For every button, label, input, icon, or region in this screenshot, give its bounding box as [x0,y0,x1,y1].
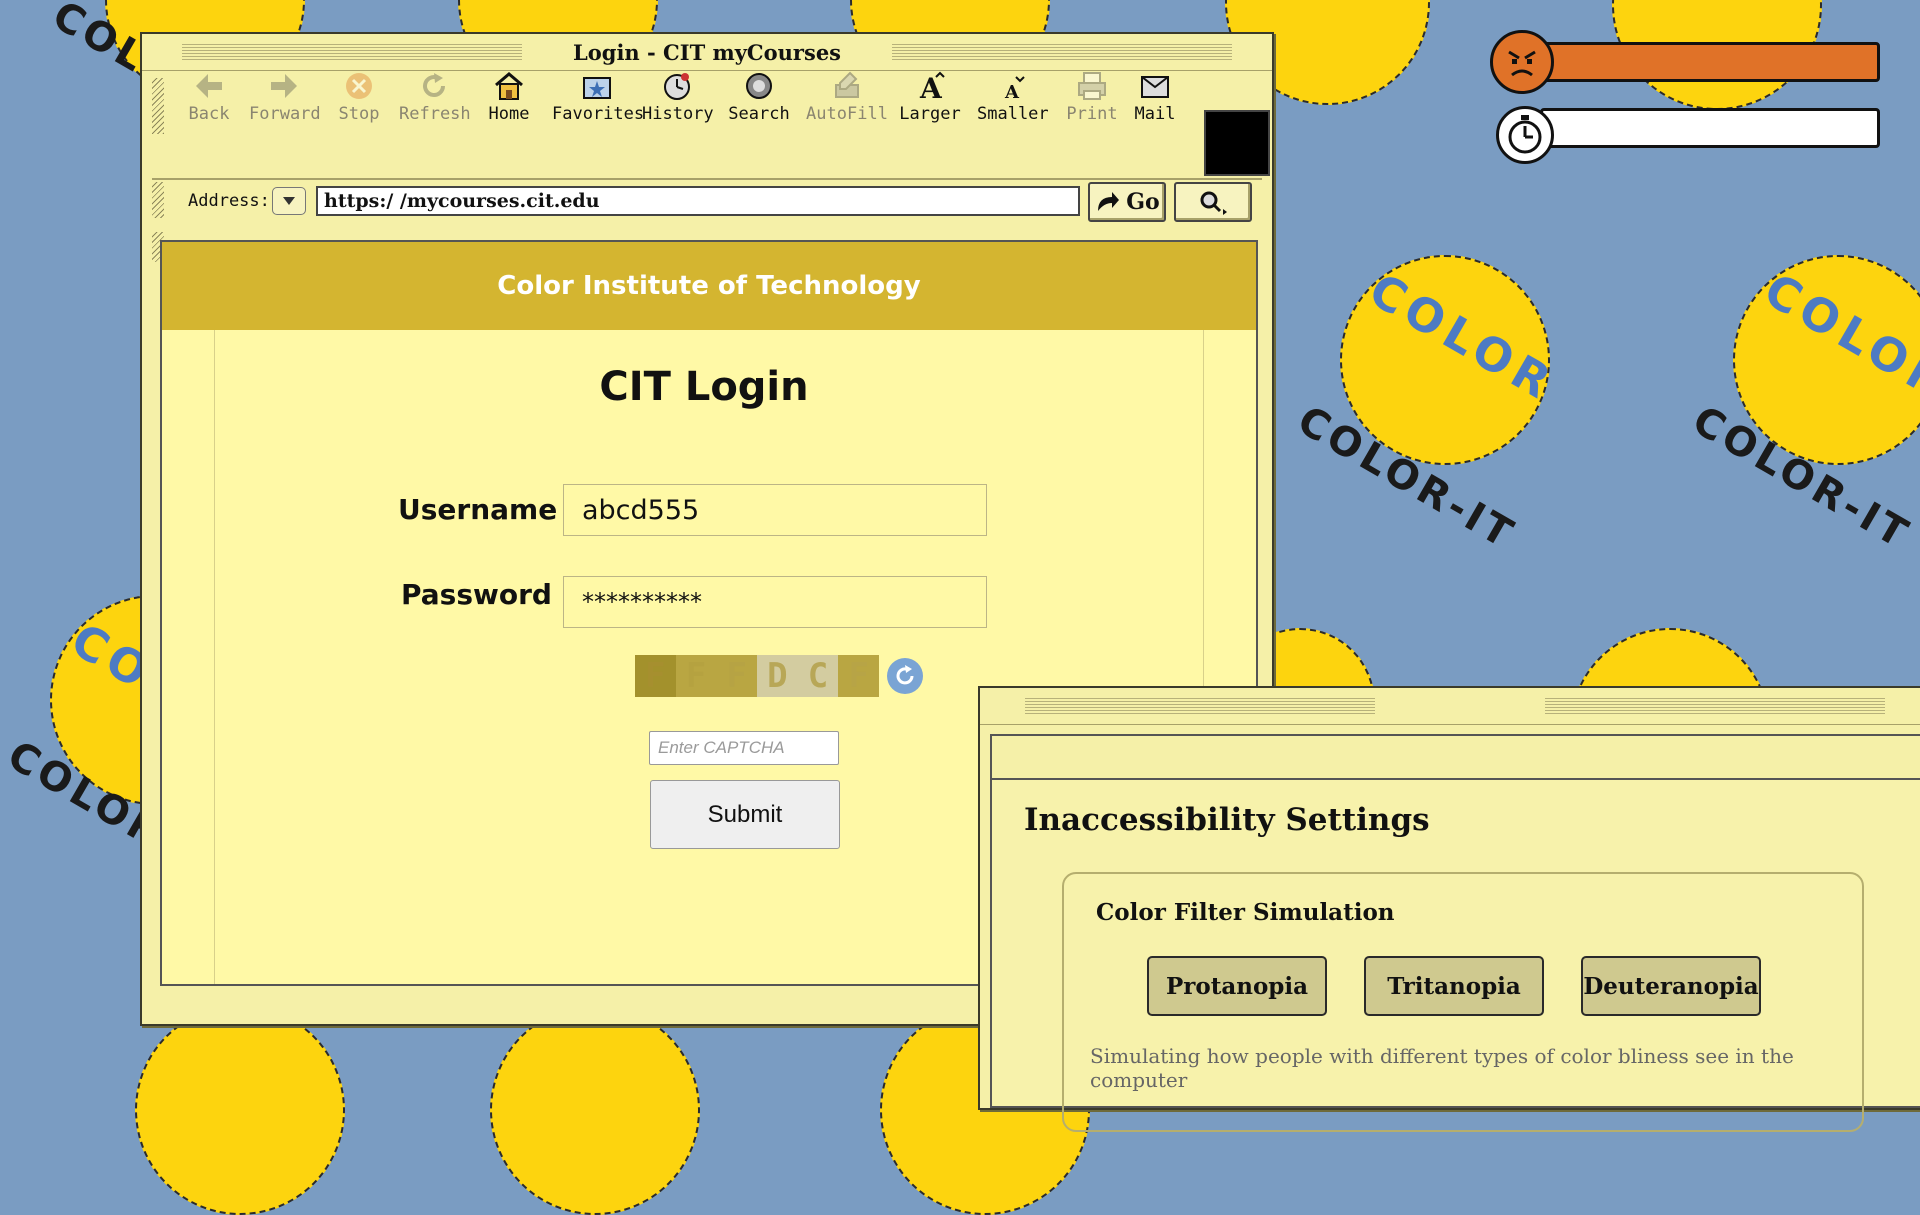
larger-label: Larger [899,104,961,124]
site-banner: Color Institute of Technology [162,242,1256,330]
favorites-button[interactable]: Favorites [552,70,645,124]
back-arrow-icon [192,70,226,102]
forward-label: Forward [249,104,321,124]
mail-label: Mail [1134,104,1176,124]
browser-toolbar: Back Forward Stop Refresh Home Favorites… [152,71,1270,262]
password-label: Password [401,578,552,611]
refresh-label: Refresh [399,104,471,124]
protanopia-button[interactable]: Protanopia [1147,956,1327,1016]
home-label: Home [488,104,530,124]
captcha-input[interactable]: Enter CAPTCHA [649,731,839,765]
captcha-image: F F F D C F [635,655,880,697]
smaller-label: Smaller [977,104,1049,124]
anger-bar [1540,42,1880,82]
larger-button[interactable]: A Larger [895,70,965,124]
favorites-icon [580,70,614,102]
stop-button[interactable]: Stop [324,70,394,124]
search-button[interactable]: Search [724,70,794,124]
settings-titlebar[interactable] [980,688,1920,725]
chevron-down-icon [283,197,295,205]
search-label: Search [728,104,790,124]
captcha-refresh-button[interactable] [887,658,923,694]
go-label: Go [1126,189,1160,215]
magnifier-icon [1200,191,1227,215]
color-filter-description: Simulating how people with different typ… [1090,1044,1794,1092]
forward-arrow-icon [267,70,301,102]
captcha-char: F [635,655,676,697]
refresh-button[interactable]: Refresh [399,70,471,124]
print-button[interactable]: Print [1057,70,1127,124]
username-label: Username [398,493,558,526]
toolbar-grip [152,78,164,134]
larger-text-icon: A [913,70,947,102]
angry-face-icon [1490,30,1554,94]
username-field[interactable]: abcd555 [563,484,987,536]
captcha-char: C [797,655,839,697]
mail-button[interactable]: Mail [1125,70,1185,124]
captcha-char: D [757,655,798,697]
page-title: CIT Login [599,364,809,410]
search-options-button[interactable] [1174,182,1252,222]
address-field[interactable]: https:/ /mycourses.cit.edu [316,186,1080,216]
window-title: Login - CIT myCourses [561,39,853,65]
throbber [1204,110,1270,176]
stop-label: Stop [338,104,380,124]
title-grip [1545,696,1885,716]
back-button[interactable]: Back [174,70,244,124]
title-grip [182,42,522,62]
color-filter-heading: Color Filter Simulation [1096,899,1395,926]
browser-titlebar[interactable]: Login - CIT myCourses [142,34,1272,71]
color-sticker [135,1005,345,1215]
forward-button[interactable]: Forward [249,70,321,124]
stopwatch-icon [1496,106,1554,164]
svg-text:A: A [1004,82,1020,101]
search-icon [742,70,776,102]
password-field[interactable]: ********** [563,576,987,628]
title-grip [892,42,1232,62]
favorites-label: Favorites [552,104,645,124]
settings-toolbar-area [990,734,1920,778]
history-icon [660,70,694,102]
refresh-icon [417,70,451,102]
smaller-button[interactable]: A Smaller [977,70,1049,124]
deuteranopia-button[interactable]: Deuteranopia [1581,956,1761,1016]
printer-icon [1075,70,1109,102]
home-button[interactable]: Home [474,70,544,124]
submit-button[interactable]: Submit [650,780,840,849]
settings-title: Inaccessibility Settings [1024,802,1430,838]
history-button[interactable]: History [642,70,714,124]
tritanopia-button[interactable]: Tritanopia [1364,956,1544,1016]
back-label: Back [188,104,230,124]
captcha-char: F [716,655,758,697]
svg-text:A: A [919,72,943,101]
autofill-icon [830,70,864,102]
address-history-dropdown[interactable] [272,187,306,215]
toolbar-grip [152,182,164,218]
autofill-label: AutoFill [806,104,888,124]
home-icon [492,70,526,102]
print-label: Print [1066,104,1118,124]
title-grip [1025,696,1375,716]
captcha-char: F [838,655,880,697]
refresh-icon [896,665,914,685]
color-sticker [490,1005,700,1215]
mail-icon [1138,70,1172,102]
go-arrow-icon [1098,192,1120,211]
timer-bar [1540,108,1880,148]
autofill-button[interactable]: AutoFill [804,70,890,124]
smaller-text-icon: A [995,70,1029,102]
stop-icon [342,70,376,102]
history-label: History [642,104,714,124]
go-button[interactable]: Go [1088,182,1166,222]
captcha-char: F [675,655,717,697]
address-label: Address: [188,191,270,211]
